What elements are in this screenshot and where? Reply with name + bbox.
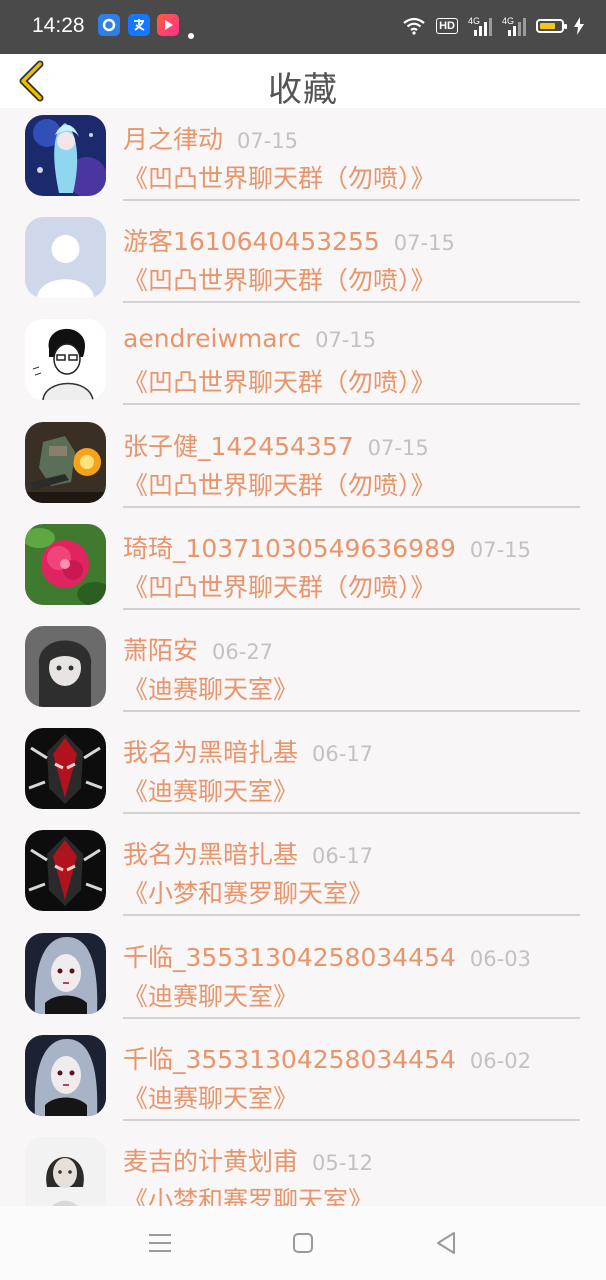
video-app-icon bbox=[157, 14, 179, 36]
room-name: 《迪赛聊天室》 bbox=[123, 777, 299, 807]
home-button[interactable] bbox=[288, 1230, 318, 1256]
room-name: 《凹凸世界聊天群（勿喷）》 bbox=[123, 368, 436, 398]
list-item[interactable]: 月之律动 07-15 《凹凸世界聊天群（勿喷）》 bbox=[0, 108, 606, 210]
item-date: 05-12 bbox=[312, 1150, 374, 1175]
status-bar: 14:28 HD 4G 4G bbox=[0, 0, 606, 54]
item-date: 06-17 bbox=[312, 844, 374, 869]
divider bbox=[123, 1118, 580, 1121]
list-item[interactable]: 游客1610640453255 07-15 《凹凸世界聊天群（勿喷）》 bbox=[0, 210, 606, 312]
item-date: 06-17 bbox=[312, 742, 374, 767]
room-name: 《凹凸世界聊天群（勿喷）》 bbox=[123, 164, 436, 193]
divider bbox=[123, 812, 580, 815]
status-time: 14:28 bbox=[32, 14, 85, 37]
hd-badge: HD bbox=[436, 18, 458, 34]
list-item[interactable]: 千临_35531304258034454 06-02 《迪赛聊天室》 bbox=[0, 1028, 606, 1130]
menu-button[interactable] bbox=[145, 1230, 175, 1256]
divider bbox=[123, 199, 580, 201]
list-item[interactable]: 我名为黑暗扎基 06-17 《迪赛聊天室》 bbox=[0, 721, 606, 823]
status-indicators: HD 4G 4G bbox=[402, 14, 584, 38]
item-date: 07-15 bbox=[237, 129, 299, 153]
list-item[interactable]: 琦琦_10371030549636989 07-15 《凹凸世界聊天群（勿喷）》 bbox=[0, 517, 606, 619]
divider bbox=[123, 607, 580, 610]
divider bbox=[123, 914, 580, 917]
item-date: 07-15 bbox=[393, 231, 455, 256]
divider bbox=[123, 301, 580, 304]
wifi-icon bbox=[403, 17, 425, 35]
user-name: 千临_35531304258034454 bbox=[123, 1044, 456, 1074]
divider bbox=[123, 709, 580, 712]
avatar[interactable] bbox=[25, 217, 106, 299]
user-name: 我名为黑暗扎基 bbox=[123, 840, 299, 870]
divider bbox=[123, 505, 580, 508]
notification-dot-icon bbox=[188, 33, 194, 39]
room-name: 《迪赛聊天室》 bbox=[123, 981, 299, 1011]
page-header: 收藏 bbox=[0, 54, 606, 110]
user-name: 麦吉的计黄划甫 bbox=[123, 1146, 299, 1176]
list-item[interactable]: 千临_35531304258034454 06-03 《迪赛聊天室》 bbox=[0, 926, 606, 1028]
avatar[interactable] bbox=[25, 932, 106, 1014]
page-title: 收藏 bbox=[268, 70, 338, 110]
divider bbox=[123, 403, 580, 406]
avatar[interactable] bbox=[25, 830, 106, 912]
home-square-icon bbox=[293, 1233, 313, 1253]
favorites-list: 月之律动 07-15 《凹凸世界聊天群（勿喷）》 游客1610640453255 0… bbox=[0, 108, 606, 1206]
user-name: aendreiwmarc bbox=[123, 324, 302, 354]
cellular-signal-icon-2: 4G bbox=[502, 16, 526, 36]
list-item[interactable]: 麦吉的计黄划甫 05-12 《小梦和赛罗聊天室》 bbox=[0, 1130, 606, 1206]
list-item[interactable]: 萧陌安 06-27 《迪赛聊天室》 bbox=[0, 619, 606, 721]
room-name: 《凹凸世界聊天群（勿喷）》 bbox=[123, 266, 436, 296]
item-date: 06-02 bbox=[469, 1048, 531, 1073]
item-date: 06-03 bbox=[469, 946, 531, 971]
list-item[interactable]: aendreiwmarc 07-15 《凹凸世界聊天群（勿喷）》 bbox=[0, 312, 606, 414]
back-triangle-icon bbox=[437, 1232, 455, 1254]
battery-icon bbox=[536, 19, 567, 33]
system-nav-bar bbox=[0, 1206, 606, 1280]
menu-icon bbox=[149, 1234, 171, 1252]
back-nav-button[interactable] bbox=[432, 1230, 462, 1256]
room-name: 《小梦和赛罗聊天室》 bbox=[123, 879, 374, 909]
room-name: 《凹凸世界聊天群（勿喷）》 bbox=[123, 470, 436, 500]
room-name: 《小梦和赛罗聊天室》 bbox=[123, 1185, 374, 1206]
user-name: 千临_35531304258034454 bbox=[123, 942, 456, 972]
avatar[interactable] bbox=[25, 1136, 106, 1206]
room-name: 《迪赛聊天室》 bbox=[123, 1083, 299, 1113]
avatar[interactable] bbox=[25, 625, 106, 707]
user-name: 游客1610640453255 bbox=[123, 227, 380, 257]
room-name: 《凹凸世界聊天群（勿喷）》 bbox=[123, 572, 436, 602]
user-name: 萧陌安 bbox=[123, 635, 199, 665]
list-item[interactable]: 我名为黑暗扎基 06-17 《小梦和赛罗聊天室》 bbox=[0, 823, 606, 925]
alipay-app-icon bbox=[128, 14, 150, 36]
browser-app-icon bbox=[98, 14, 120, 36]
user-name: 张子健_142454357 bbox=[123, 431, 354, 461]
avatar[interactable] bbox=[25, 115, 106, 196]
item-date: 06-27 bbox=[212, 639, 274, 664]
battery-level bbox=[540, 23, 555, 29]
list-item[interactable]: 张子健_142454357 07-15 《凹凸世界聊天群（勿喷）》 bbox=[0, 415, 606, 517]
user-name: 月之律动 bbox=[123, 125, 224, 154]
divider bbox=[123, 1016, 580, 1019]
charging-bolt-icon bbox=[574, 17, 584, 35]
avatar[interactable] bbox=[25, 1034, 106, 1116]
user-name: 我名为黑暗扎基 bbox=[123, 738, 299, 768]
cellular-signal-icon: 4G bbox=[468, 16, 492, 36]
avatar[interactable] bbox=[25, 421, 106, 503]
avatar[interactable] bbox=[25, 523, 106, 605]
item-date: 07-15 bbox=[469, 537, 531, 562]
item-date: 07-15 bbox=[367, 435, 429, 460]
user-name: 琦琦_10371030549636989 bbox=[123, 533, 456, 563]
item-date: 07-15 bbox=[315, 328, 377, 353]
room-name: 《迪赛聊天室》 bbox=[123, 674, 299, 704]
avatar[interactable] bbox=[25, 728, 106, 810]
avatar[interactable] bbox=[25, 319, 106, 401]
